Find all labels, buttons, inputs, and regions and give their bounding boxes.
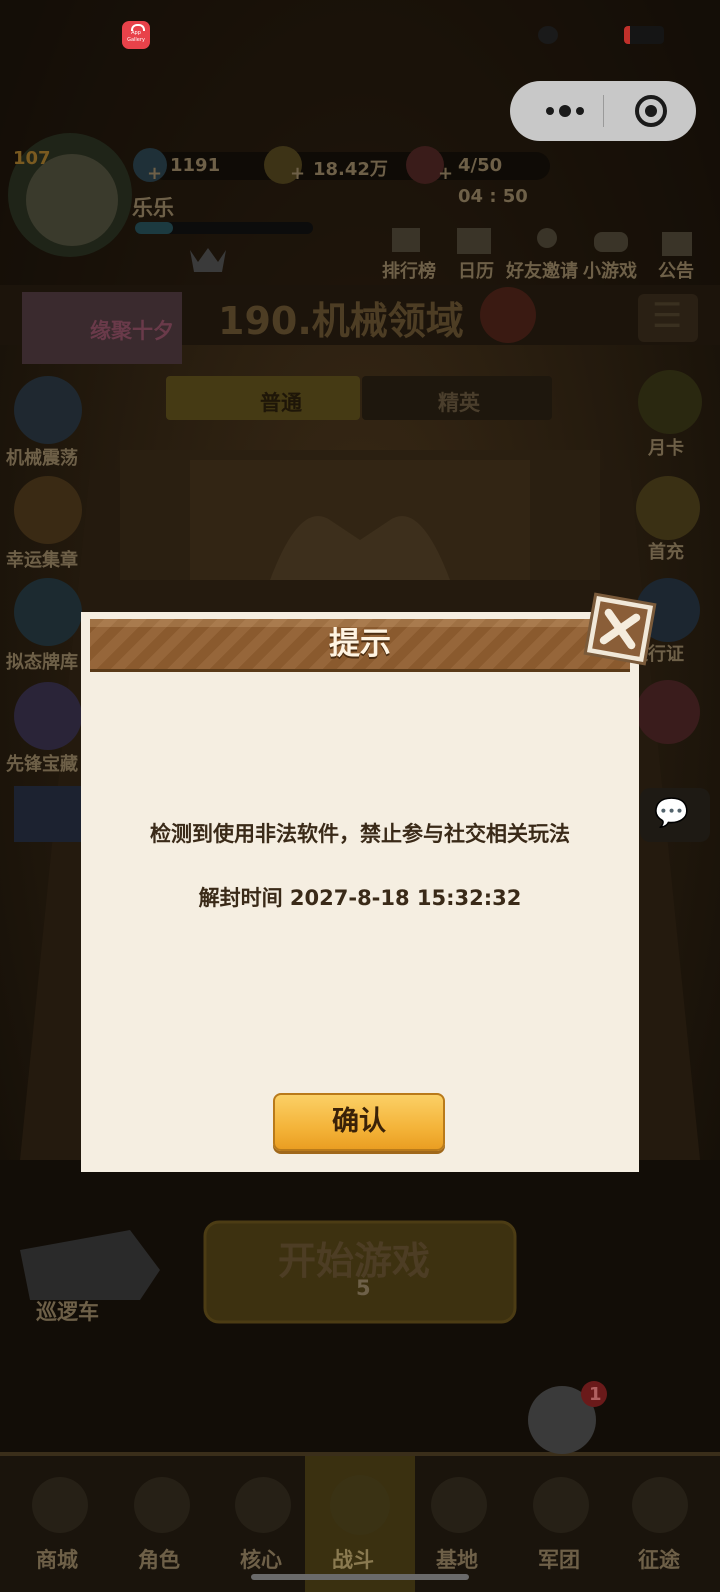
unban-time: 解封时间 2027-8-18 15:32:32 [198,886,522,910]
close-icon[interactable] [582,591,658,667]
dialog-message: 检测到使用非法软件，禁止参与社交相关玩法 [150,822,570,846]
confirm-button[interactable]: 确认 [273,1093,445,1151]
dialog-title: 提示 [329,626,391,662]
home-indicator [251,1574,469,1580]
dialog-header: 提示 [90,619,630,672]
